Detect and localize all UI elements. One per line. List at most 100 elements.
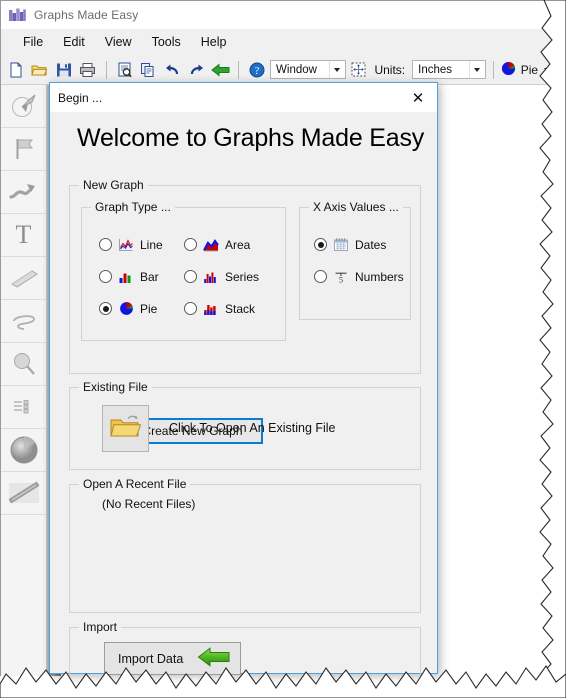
radio-graph-type-line[interactable]: Line: [99, 237, 163, 252]
sphere-tool-icon[interactable]: [1, 429, 46, 472]
help-icon[interactable]: ?: [246, 58, 268, 82]
radio-indicator[interactable]: [99, 238, 112, 251]
menu-item-tools[interactable]: Tools: [142, 33, 191, 51]
main-toolbar: ? Window Units: Inches Pie: [1, 55, 552, 85]
toolbar-separator-3: [492, 60, 494, 79]
menu-item-help[interactable]: Help: [191, 33, 237, 51]
menu-item-view[interactable]: View: [95, 33, 142, 51]
radio-graph-type-bar[interactable]: Bar: [99, 269, 159, 284]
toolbar-separator-2: [238, 60, 240, 79]
units-combo[interactable]: Inches: [412, 60, 486, 79]
title-bar: Graphs Made Easy: [1, 1, 552, 29]
line-tool-icon[interactable]: [1, 472, 46, 515]
pie-chart-icon: [118, 301, 134, 316]
bar-chart-icon: [118, 269, 134, 284]
radio-graph-type-area[interactable]: Area: [184, 237, 250, 252]
radio-indicator[interactable]: [184, 270, 197, 283]
legend-tool-icon[interactable]: [1, 386, 46, 429]
chart-type-combo[interactable]: Pie: [501, 60, 552, 79]
radio-label: Pie: [140, 301, 158, 316]
radio-label: Stack: [225, 301, 256, 316]
chart-type-value: Pie: [520, 62, 539, 77]
radio-label: Area: [225, 237, 251, 252]
green-left-arrow-icon: [197, 646, 231, 671]
pie-icon: [501, 61, 516, 79]
units-label: Units:: [374, 62, 406, 77]
menu-bar: File Edit View Tools Help: [1, 29, 552, 55]
calendar-icon: [333, 237, 349, 252]
new-graph-legend: New Graph: [79, 178, 148, 192]
save-icon[interactable]: [53, 58, 75, 82]
area-chart-icon: [203, 237, 219, 252]
radio-indicator[interactable]: [99, 270, 112, 283]
radio-indicator[interactable]: [184, 302, 197, 315]
import-data-button[interactable]: Import Data: [104, 642, 241, 675]
stack-chart-icon: [203, 301, 219, 316]
text-tool-icon[interactable]: T: [1, 214, 46, 257]
radio-label: Dates: [355, 237, 387, 252]
open-existing-file-label: Click To Open An Existing File: [169, 421, 336, 435]
fit-to-window-icon[interactable]: [348, 58, 370, 82]
x-axis-values-legend: X Axis Values ...: [309, 200, 403, 214]
open-existing-file-button[interactable]: [102, 405, 149, 452]
chevron-down-icon[interactable]: [328, 61, 345, 78]
radio-indicator[interactable]: [314, 270, 327, 283]
radio-indicator[interactable]: [314, 238, 327, 251]
x-axis-values-group: X Axis Values ... Dates 5 Numbers: [299, 200, 411, 320]
back-arrow-icon[interactable]: [209, 58, 231, 82]
drawing-tools-toolbar: T: [1, 85, 47, 676]
recent-file-group: Open A Recent File (No Recent Files): [69, 477, 421, 613]
import-legend: Import: [79, 620, 122, 634]
copy-icon[interactable]: [138, 58, 160, 82]
window-combo[interactable]: Window: [270, 60, 346, 79]
radio-x-axis-dates[interactable]: Dates: [314, 237, 386, 252]
radio-indicator[interactable]: [184, 238, 197, 251]
open-file-icon[interactable]: [29, 58, 51, 82]
bar-tool-icon[interactable]: [1, 257, 46, 300]
close-icon[interactable]: ✕: [399, 84, 437, 112]
radio-label: Bar: [140, 269, 159, 284]
radio-graph-type-stack[interactable]: Stack: [184, 301, 255, 316]
existing-file-group: Existing File Click To Open An Existing …: [69, 380, 421, 470]
window-combo-value: Window: [276, 63, 317, 76]
dialog-titlebar: Begin ... ✕: [50, 83, 437, 112]
window-title: Graphs Made Easy: [34, 8, 139, 22]
print-icon[interactable]: [77, 58, 99, 82]
import-group: Import Import Data: [69, 620, 421, 691]
menu-item-file[interactable]: File: [13, 33, 53, 51]
line-chart-icon: [118, 237, 134, 252]
page-title: Welcome to Graphs Made Easy: [77, 124, 425, 152]
new-file-icon[interactable]: [5, 58, 27, 82]
menu-item-edit[interactable]: Edit: [53, 33, 95, 51]
print-preview-icon[interactable]: [114, 58, 136, 82]
flag-tool-icon[interactable]: [1, 128, 46, 171]
freehand-tool-icon[interactable]: [1, 300, 46, 343]
new-graph-group: New Graph Graph Type ... Line Area Bar S…: [69, 178, 421, 444]
begin-dialog: Begin ... ✕ Welcome to Graphs Made Easy …: [49, 82, 438, 691]
graph-type-group: Graph Type ... Line Area Bar Series Pie …: [81, 200, 286, 341]
pie-slice-tool-icon[interactable]: [1, 85, 46, 128]
chevron-down-icon[interactable]: [544, 68, 551, 72]
radio-graph-type-pie[interactable]: Pie: [99, 301, 157, 316]
radio-label: Series: [225, 269, 260, 284]
svg-text:?: ?: [255, 66, 260, 77]
chevron-down-icon[interactable]: [468, 61, 485, 78]
dialog-title: Begin ...: [58, 90, 103, 105]
radio-label: Numbers: [355, 269, 404, 284]
redo-icon[interactable]: [185, 58, 207, 82]
import-data-label: Import Data: [118, 651, 184, 666]
app-chart-icon: [9, 8, 26, 23]
ruler-icon: 5: [333, 269, 349, 284]
arrow-tool-icon[interactable]: [1, 171, 46, 214]
existing-file-legend: Existing File: [79, 380, 152, 394]
no-recent-files-label: (No Recent Files): [102, 497, 196, 511]
radio-x-axis-numbers[interactable]: 5 Numbers: [314, 269, 404, 284]
open-folder-icon: [108, 410, 144, 447]
recent-file-legend: Open A Recent File: [79, 477, 191, 491]
radio-label: Line: [140, 237, 163, 252]
radio-indicator[interactable]: [99, 302, 112, 315]
radio-graph-type-series[interactable]: Series: [184, 269, 259, 284]
magnifier-tool-icon[interactable]: [1, 343, 46, 386]
undo-icon[interactable]: [161, 58, 183, 82]
toolbar-separator-1: [105, 60, 107, 79]
